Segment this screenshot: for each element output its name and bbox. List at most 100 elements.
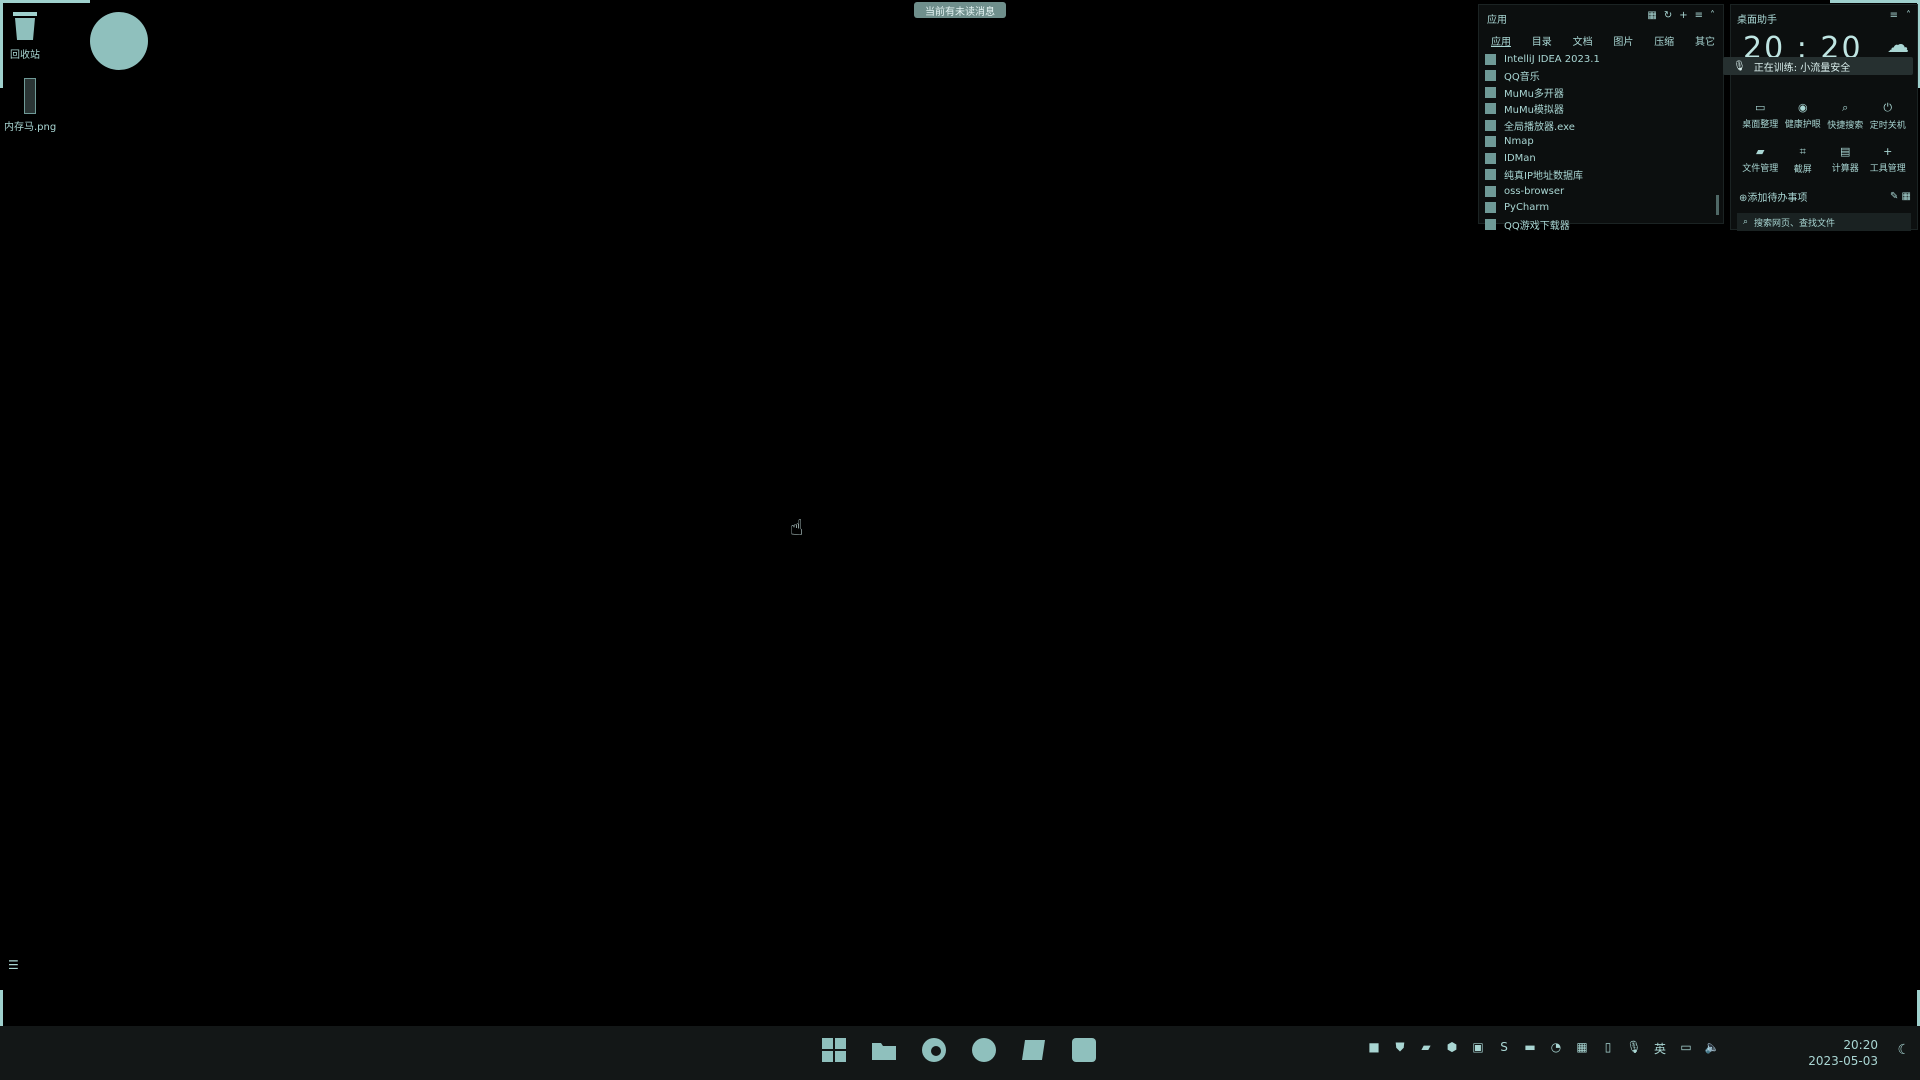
list-icon[interactable]: ☰	[8, 958, 19, 972]
tab-images[interactable]: 图片	[1613, 33, 1633, 48]
shield-icon[interactable]: ⛊	[1392, 1040, 1408, 1057]
list-item[interactable]: QQ音乐	[1485, 68, 1711, 85]
volume-icon[interactable]: 🔈	[1704, 1040, 1720, 1057]
edit-icon[interactable]: ✎	[1890, 191, 1898, 202]
app-icon	[1485, 152, 1496, 164]
qr-icon[interactable]: ▦	[1902, 191, 1911, 202]
assistant-search-input[interactable]: ⌕ 搜索网页、查找文件	[1737, 213, 1911, 231]
tray-folder-icon[interactable]: ▰	[1418, 1040, 1434, 1057]
app-panel-tabs: 应用 目录 文档 图片 压缩 其它	[1491, 33, 1715, 48]
folder-icon: ▰	[1756, 145, 1765, 158]
calculator-button[interactable]: ▤ 计算器	[1824, 145, 1867, 175]
timer-shutdown-button[interactable]: ⏻ 定时关机	[1867, 101, 1910, 131]
clock-date: 2023-05-03	[1808, 1053, 1878, 1068]
training-notice[interactable]: 🎙 正在训练: 小流量安全	[1723, 57, 1913, 75]
desktop-organize-button[interactable]: ▭ 桌面整理	[1739, 101, 1782, 131]
taskbar-apps	[820, 1036, 1098, 1064]
app-icon	[1485, 119, 1496, 131]
list-item[interactable]: 全局播放器.exe	[1485, 117, 1711, 134]
collapse-icon[interactable]: ˄	[1906, 10, 1911, 21]
app-square-button[interactable]	[1070, 1036, 1098, 1064]
edge-browser-button[interactable]	[920, 1036, 948, 1064]
eye-icon: ◉	[1797, 101, 1808, 114]
tray-settings-icon[interactable]: ⬢	[1444, 1040, 1460, 1057]
tab-archives[interactable]: 压缩	[1654, 33, 1674, 48]
list-item[interactable]: Nmap	[1485, 134, 1711, 151]
recycle-bin-label: 回收站	[10, 50, 40, 61]
desktop-file-png[interactable]: 内存马.png	[4, 78, 56, 133]
app-icon	[1485, 103, 1496, 115]
clock-time: 20:20	[1843, 1038, 1878, 1052]
list-item[interactable]: IDMan	[1485, 150, 1711, 167]
desktop-file-label: 内存马.png	[4, 122, 57, 133]
assistant-tools: ≡ ˄	[1890, 10, 1911, 21]
plus-icon: +	[1883, 145, 1893, 158]
desktop-assistant: 桌面助手 ≡ ˄ 20 : 20 ☁ 🎙 正在训练: 小流量安全 ▭ 桌面整理 ◉…	[1723, 4, 1918, 231]
add-icon[interactable]: +	[1679, 10, 1687, 21]
chat-icon[interactable]: ▬	[1522, 1040, 1538, 1057]
start-button[interactable]	[820, 1036, 848, 1064]
recycle-bin-icon	[13, 12, 37, 40]
taskbar: ■ ⛊ ▰ ⬢ ▣ S ▬ ◔ ▦ ▯ 🎙 英 ▭ 🔈 20:20 2023-0…	[0, 1026, 1920, 1080]
app-circle-button[interactable]	[970, 1036, 998, 1064]
tab-documents[interactable]: 文档	[1573, 33, 1593, 48]
grid-icon[interactable]: ▦	[1647, 10, 1656, 21]
list-item[interactable]: 纯真IP地址数据库	[1485, 167, 1711, 184]
tab-directory[interactable]: 目录	[1532, 33, 1552, 48]
todo-row[interactable]: ⊕添加待办事项 ✎ ▦	[1739, 189, 1911, 204]
app-list: IntelliJ IDEA 2023.1 QQ音乐 MuMu多开器 MuMu模拟…	[1485, 51, 1711, 233]
app-icon	[1485, 53, 1496, 65]
tray-app-icon[interactable]: ■	[1366, 1040, 1382, 1057]
mic-icon[interactable]: 🎙	[1626, 1040, 1642, 1057]
folder-icon	[872, 1043, 896, 1060]
system-tray: ■ ⛊ ▰ ⬢ ▣ S ▬ ◔ ▦ ▯ 🎙 英 ▭ 🔈	[1366, 1040, 1720, 1057]
corner-line-top-right	[1830, 0, 1920, 3]
app-circle-icon	[972, 1038, 996, 1062]
notebook-button[interactable]	[1020, 1036, 1048, 1064]
file-explorer-button[interactable]	[870, 1036, 898, 1064]
list-item[interactable]: MuMu模拟器	[1485, 101, 1711, 118]
hand-cursor-icon: ☝	[790, 516, 804, 541]
recycle-bin[interactable]: 回收站	[10, 8, 40, 61]
search-icon: ⌕	[1743, 217, 1749, 227]
list-item[interactable]: MuMu多开器	[1485, 84, 1711, 101]
usb-icon[interactable]: ▯	[1600, 1040, 1616, 1057]
app-icon	[1485, 185, 1496, 197]
refresh-icon[interactable]: ↻	[1664, 10, 1672, 21]
input-language[interactable]: 英	[1652, 1040, 1668, 1057]
tray-window-icon[interactable]: ▣	[1470, 1040, 1486, 1057]
network-icon[interactable]: ▭	[1678, 1040, 1694, 1057]
collapse-icon[interactable]: ˄	[1710, 10, 1715, 21]
list-item[interactable]: IntelliJ IDEA 2023.1	[1485, 51, 1711, 68]
app-icon	[1485, 218, 1496, 230]
app-square-icon	[1072, 1038, 1096, 1062]
quick-search-button[interactable]: ⌕ 快捷搜索	[1824, 101, 1867, 131]
list-item[interactable]: PyCharm	[1485, 200, 1711, 217]
power-icon: ⏻	[1883, 101, 1893, 114]
mic-icon: 🎙	[1733, 60, 1746, 72]
app-panel-title: 应用	[1487, 15, 1507, 26]
screenshot-button[interactable]: ⌗ 截屏	[1782, 145, 1825, 175]
file-manager-button[interactable]: ▰ 文件管理	[1739, 145, 1782, 175]
calculator-icon: ▤	[1840, 145, 1851, 158]
unread-message-badge[interactable]: 当前有未读消息	[914, 2, 1006, 18]
image-file-icon	[24, 78, 37, 114]
menu-icon[interactable]: ≡	[1890, 10, 1898, 21]
tab-others[interactable]: 其它	[1695, 33, 1715, 48]
tray-s-icon[interactable]: S	[1496, 1040, 1512, 1057]
moon-icon[interactable]: ☾	[1897, 1042, 1910, 1058]
list-item[interactable]: QQ游戏下载器	[1485, 216, 1711, 233]
eye-care-button[interactable]: ◉ 健康护眼	[1782, 101, 1825, 131]
menu-icon[interactable]: ≡	[1695, 10, 1703, 21]
scrollbar[interactable]	[1716, 195, 1719, 215]
nvidia-icon[interactable]: ◔	[1548, 1040, 1564, 1057]
app-panel: 应用 ▦ ↻ + ≡ ˄ 应用 目录 文档 图片 压缩 其它 IntelliJ …	[1478, 4, 1724, 232]
grid-icon[interactable]: ▦	[1574, 1040, 1590, 1057]
search-icon: ⌕	[1842, 101, 1849, 114]
app-icon	[1485, 202, 1496, 214]
desktop-circle-widget[interactable]	[90, 12, 148, 70]
list-item[interactable]: oss-browser	[1485, 183, 1711, 200]
tab-apps[interactable]: 应用	[1491, 33, 1511, 48]
tool-manager-button[interactable]: + 工具管理	[1867, 145, 1910, 175]
taskbar-clock[interactable]: 20:20 2023-05-03	[1808, 1038, 1878, 1069]
